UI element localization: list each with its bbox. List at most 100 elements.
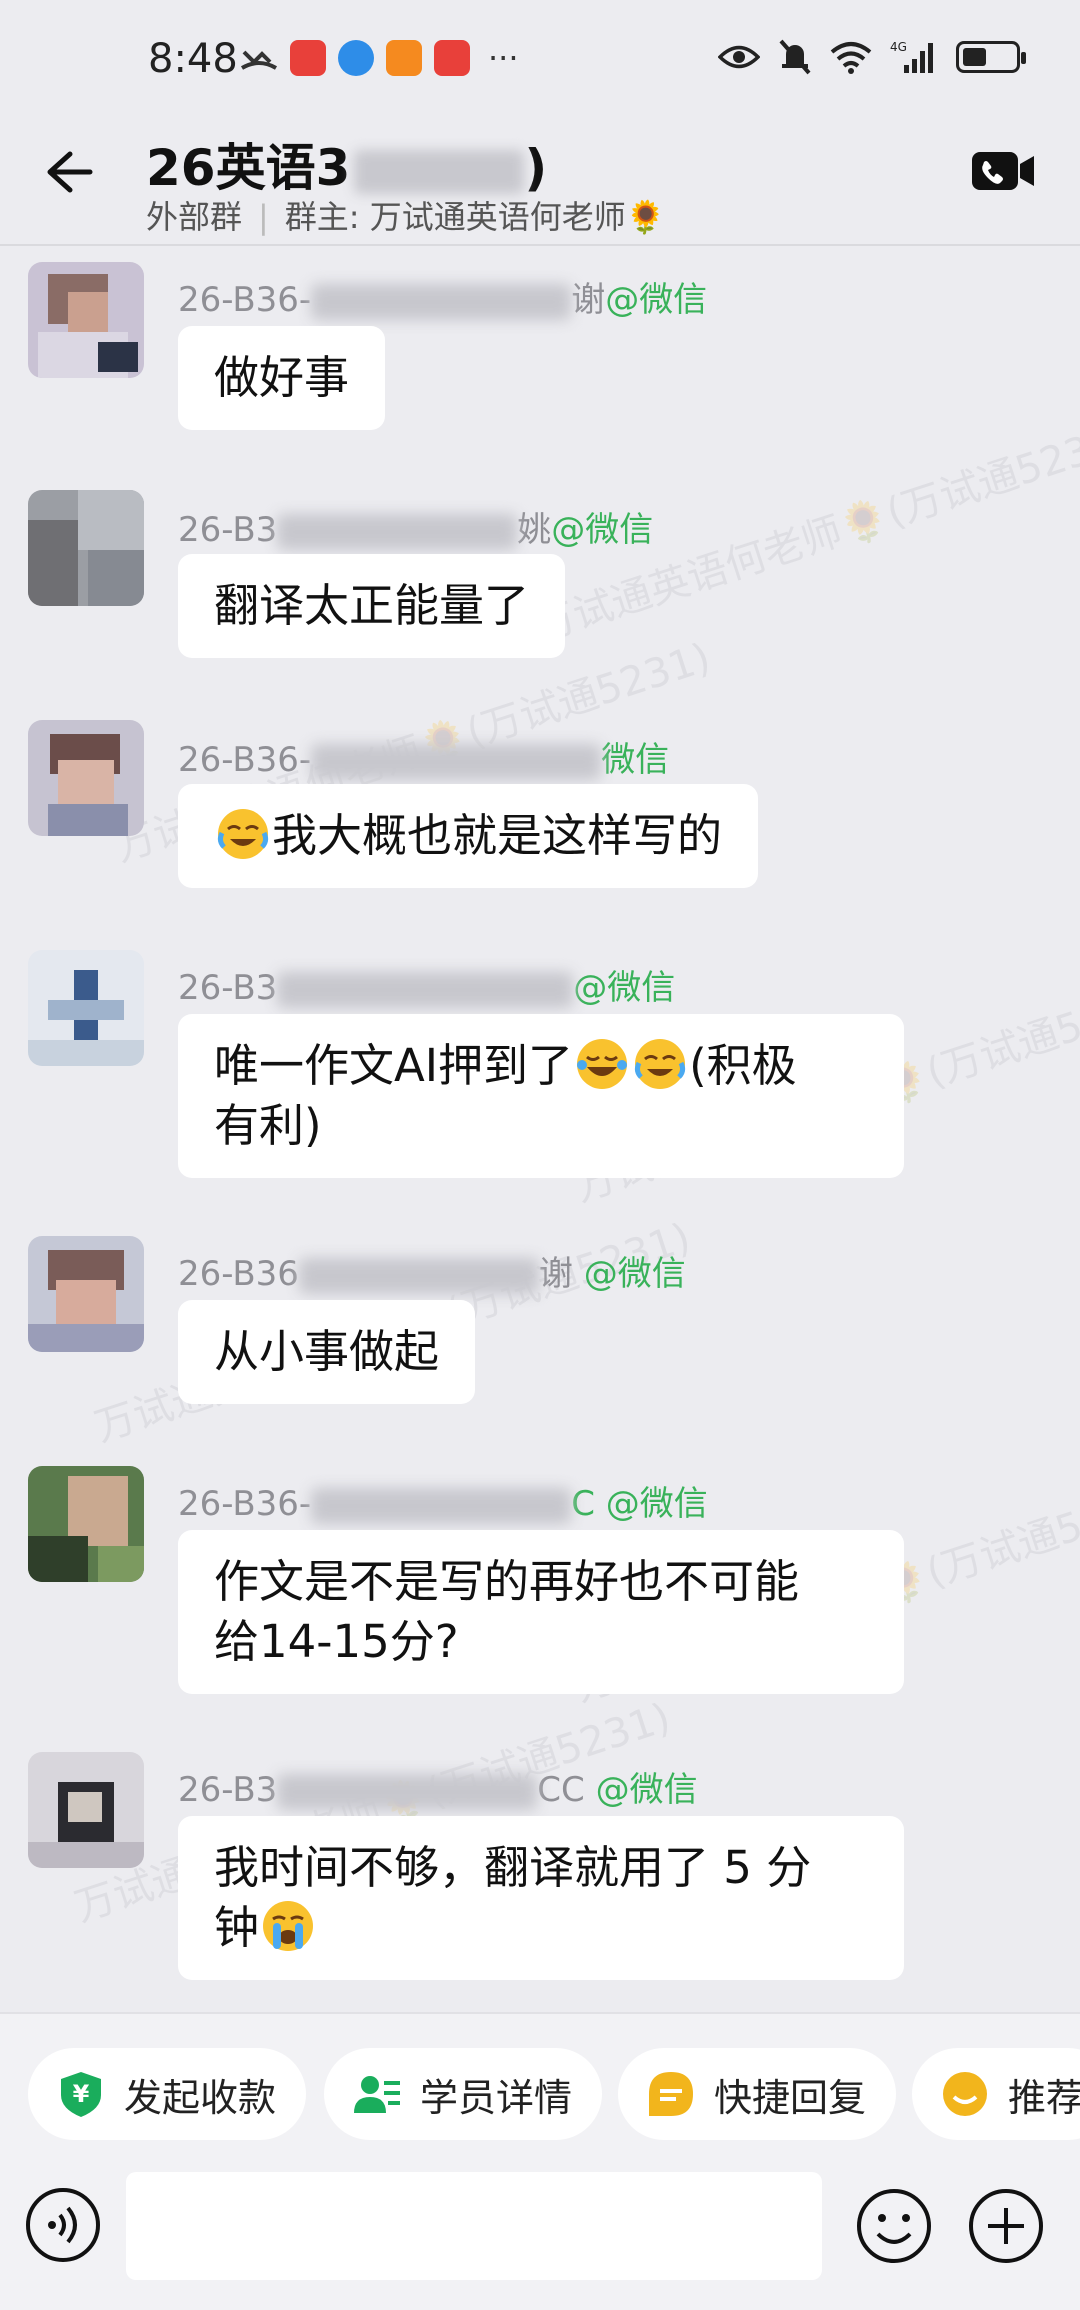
avatar[interactable] <box>28 1752 144 1868</box>
message-bubble[interactable]: 从小事做起 <box>178 1300 476 1404</box>
message-text: 做好事 <box>214 351 350 404</box>
back-arrow-icon[interactable] <box>36 142 96 202</box>
quick-reply-button[interactable]: 快捷回复 <box>618 2048 897 2140</box>
group-subtitle: 外部群 | 群主: 万试通英语何老师🌻 <box>146 192 666 238</box>
message-bubble[interactable]: 我时间不够，翻译就用了 5 分钟 <box>178 1816 904 1980</box>
message-text: 给14-15分? <box>214 1615 459 1668</box>
browser-app-icon <box>338 40 374 76</box>
payment-shield-icon: ¥ <box>61 2072 101 2117</box>
avatar[interactable] <box>28 720 144 836</box>
chip-label: 推荐 <box>1008 2075 1080 2120</box>
sender-prefix: 26-B3 <box>178 1770 278 1810</box>
sender-prefix: 26-B3 <box>178 968 278 1008</box>
sender-prefix: 26-B36- <box>178 280 312 320</box>
sender-redaction <box>298 1257 539 1294</box>
sender-redaction <box>277 513 518 550</box>
recommend-icon <box>943 2072 987 2116</box>
avatar[interactable] <box>28 490 144 606</box>
message-bubble[interactable]: 唯一作文AI押到了 (积极有利) <box>178 1014 904 1178</box>
sender-redaction <box>277 1773 538 1810</box>
sender-suffix: 姚 <box>517 510 552 550</box>
sender-source: @微信 <box>583 1254 686 1294</box>
cry-laugh-emoji <box>634 1039 686 1089</box>
missed-call-icon <box>240 50 278 70</box>
message-text: 从小事做起 <box>214 1325 440 1378</box>
sender-suffix: 谢 <box>571 280 606 320</box>
status-time: 8:48 <box>148 36 238 82</box>
message-text: 我大概也就是这样写的 <box>272 809 723 862</box>
message-text: 我时间不够，翻译就用了 5 分 <box>214 1841 812 1894</box>
video-call-icon[interactable] <box>970 148 1036 194</box>
sender-source: C @微信 <box>571 1484 708 1524</box>
sender-redaction <box>311 283 572 320</box>
chip-label: 快捷回复 <box>714 2075 867 2120</box>
sender-redaction <box>311 1487 572 1524</box>
sender-redaction <box>277 971 574 1008</box>
sender-prefix: 26-B36- <box>178 740 312 780</box>
sender-prefix: 26-B36- <box>178 1484 312 1524</box>
status-notification-icons: ··· <box>240 40 519 76</box>
eye-icon <box>718 45 760 69</box>
avatar[interactable] <box>28 1236 144 1352</box>
more-options-plus-icon[interactable] <box>966 2186 1046 2266</box>
sender-suffix: CC <box>537 1770 585 1810</box>
chip-label: 学员详情 <box>420 2075 573 2120</box>
sender-source: @微信 <box>573 968 676 1008</box>
sender-name: 26-B3 CC @微信 <box>178 1762 698 1811</box>
message-bubble[interactable]: 做好事 <box>178 326 386 430</box>
sender-suffix: 谢 <box>538 1254 573 1294</box>
chip-label: 发起收款 <box>124 2075 277 2120</box>
sender-name: 26-B36- 微信 <box>178 732 669 781</box>
message-bubble[interactable]: 翻译太正能量了 <box>178 554 566 658</box>
wifi-icon <box>830 42 872 74</box>
sender-name: 26-B36- 谢@微信 <box>178 272 707 321</box>
laugh-tears-emoji <box>577 1039 628 1089</box>
avatar[interactable] <box>28 950 144 1066</box>
sender-name: 26-B3 姚@微信 <box>178 502 653 551</box>
huawei-store-icon <box>434 40 470 76</box>
video-app-icon <box>386 40 422 76</box>
sender-source: @微信 <box>605 280 708 320</box>
sender-source: 微信 <box>601 740 670 780</box>
status-bar: 8:48 ··· 4G <box>0 0 1080 120</box>
group-owner-label: 群主: 万试通英语何老师🌻 <box>284 198 666 236</box>
avatar[interactable] <box>28 262 144 378</box>
battery-level <box>963 48 986 66</box>
emoji-picker-icon[interactable] <box>854 2186 934 2266</box>
message-input[interactable] <box>126 2172 822 2280</box>
recommend-button[interactable]: 推荐 <box>912 2048 1080 2140</box>
sender-name: 26-B3 @微信 <box>178 960 675 1009</box>
message-text: (积极 <box>689 1039 797 1092</box>
voice-input-icon[interactable] <box>24 2186 102 2264</box>
sender-source: @微信 <box>551 510 654 550</box>
signal-icon: 4G <box>890 40 933 73</box>
mute-bell-icon <box>779 39 811 75</box>
student-details-button[interactable]: 学员详情 <box>324 2048 603 2140</box>
group-title: 26英语3) <box>146 128 547 200</box>
sender-prefix: 26-B36 <box>178 1254 299 1294</box>
message-text: 有利) <box>214 1099 322 1152</box>
message-bubble[interactable]: 作文是不是写的再好也不可能 给14-15分? <box>178 1530 904 1694</box>
group-title-suffix: ) <box>524 139 548 197</box>
message-text: 作文是不是写的再好也不可能 <box>214 1555 800 1608</box>
group-type-label: 外部群 <box>146 198 243 236</box>
message-text: 唯一作文AI押到了 <box>214 1039 574 1092</box>
sender-prefix: 26-B3 <box>178 510 278 550</box>
chat-header: 26英语3) 外部群 | 群主: 万试通英语何老师🌻 <box>0 120 1080 246</box>
crying-emoji <box>263 1901 314 1951</box>
subtitle-divider: | <box>258 198 269 236</box>
huawei-app-icon <box>290 40 326 76</box>
sender-redaction <box>311 743 602 780</box>
svg-text:¥: ¥ <box>73 2080 90 2108</box>
message-bubble[interactable]: 我大概也就是这样写的 <box>178 784 759 888</box>
sender-name: 26-B36- C @微信 <box>178 1476 708 1525</box>
message-text: 翻译太正能量了 <box>214 579 530 632</box>
title-redaction <box>354 149 525 194</box>
svg-text:4G: 4G <box>890 40 907 54</box>
quick-actions-bar: ¥ 发起收款 学员详情 快捷回复 推荐 <box>0 2012 1080 2172</box>
cry-laugh-emoji <box>217 809 269 859</box>
start-payment-button[interactable]: ¥ 发起收款 <box>28 2048 307 2140</box>
battery-icon <box>956 41 1026 73</box>
avatar[interactable] <box>28 1466 144 1582</box>
sender-source: @微信 <box>595 1770 698 1810</box>
